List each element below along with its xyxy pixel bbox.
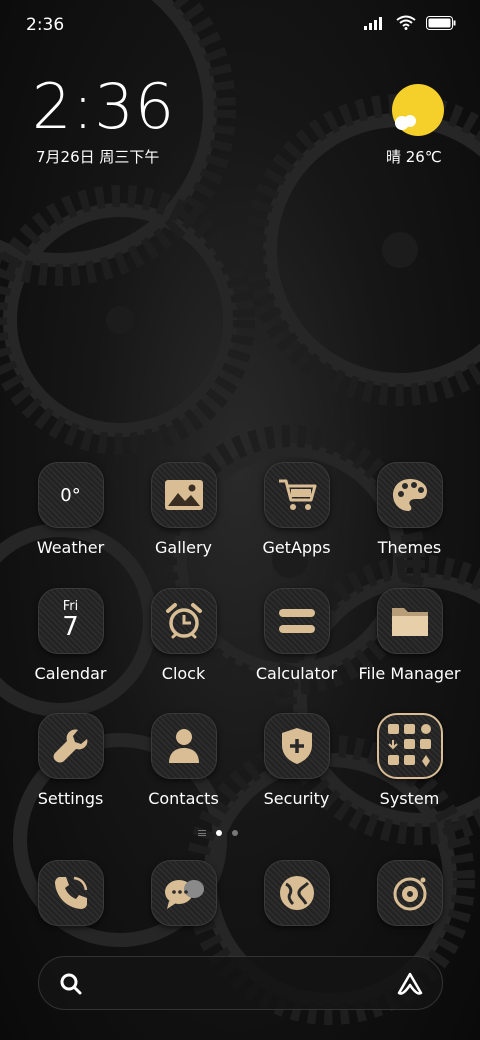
search-bar[interactable] xyxy=(38,956,443,1010)
status-icons xyxy=(364,15,456,30)
clock-widget-time[interactable]: 2:36 xyxy=(32,76,175,138)
app-gallery[interactable]: Gallery xyxy=(127,462,240,557)
app-contacts[interactable]: Contacts xyxy=(127,713,240,808)
weather-icon: 0° xyxy=(37,462,104,528)
app-settings[interactable]: Settings xyxy=(14,713,127,808)
status-time: 2:36 xyxy=(26,15,65,35)
status-bar: 2:36 xyxy=(0,0,480,50)
app-calculator[interactable]: Calculator xyxy=(240,588,353,683)
app-label: GetApps xyxy=(262,538,331,557)
page-dot-1[interactable] xyxy=(216,830,222,836)
app-label: Calculator xyxy=(255,664,338,683)
clock-widget-date: 7月26日 周三下午 xyxy=(36,148,160,166)
wrench-icon xyxy=(37,713,104,779)
battery-icon xyxy=(426,15,456,30)
shield-plus-icon xyxy=(263,713,330,779)
camera-icon xyxy=(376,860,443,926)
browser-icon xyxy=(263,860,330,926)
app-calendar[interactable]: Fri 7 Calendar xyxy=(14,588,127,683)
assistant-icon[interactable] xyxy=(396,971,424,997)
app-themes[interactable]: Themes xyxy=(353,462,466,557)
app-label: Clock xyxy=(161,664,206,683)
system-folder-icon xyxy=(376,713,443,779)
app-clock[interactable]: Clock xyxy=(127,588,240,683)
calendar-icon: Fri 7 xyxy=(37,588,104,654)
messages-icon xyxy=(150,860,217,926)
app-label: Themes xyxy=(377,538,442,557)
app-system[interactable]: System xyxy=(353,713,466,808)
dock-messages[interactable] xyxy=(127,860,240,926)
wifi-icon xyxy=(396,15,416,30)
dock-browser[interactable] xyxy=(240,860,353,926)
gallery-icon xyxy=(150,462,217,528)
dock-phone[interactable] xyxy=(14,860,127,926)
app-label: Calendar xyxy=(34,664,107,683)
calendar-icon-date: 7 xyxy=(62,612,79,643)
app-label: Settings xyxy=(37,789,104,808)
search-icon[interactable] xyxy=(59,972,83,996)
weather-icon-text: 0° xyxy=(60,484,81,506)
app-weather[interactable]: 0° Weather xyxy=(14,462,127,557)
phone-icon xyxy=(37,860,104,926)
app-label: File Manager xyxy=(358,664,461,683)
app-label: Gallery xyxy=(155,538,212,557)
alarm-clock-icon xyxy=(150,588,217,654)
app-label: Weather xyxy=(36,538,105,557)
person-icon xyxy=(150,713,217,779)
dock-camera[interactable] xyxy=(353,860,466,926)
cloud-icon xyxy=(395,115,416,130)
calculator-icon xyxy=(263,588,330,654)
app-label: System xyxy=(379,789,440,808)
cart-icon xyxy=(263,462,330,528)
app-label: Security xyxy=(263,789,330,808)
app-label: Contacts xyxy=(148,789,219,808)
signal-icon xyxy=(364,16,382,30)
weather-widget-text: 晴 26℃ xyxy=(386,148,442,166)
palette-icon xyxy=(376,462,443,528)
app-getapps[interactable]: GetApps xyxy=(240,462,353,557)
page-dot-2[interactable] xyxy=(232,830,238,836)
page-indicator[interactable] xyxy=(198,830,238,836)
folder-icon xyxy=(376,588,443,654)
app-security[interactable]: Security xyxy=(240,713,353,808)
page-list-icon xyxy=(198,830,206,836)
app-file-manager[interactable]: File Manager xyxy=(353,588,466,683)
